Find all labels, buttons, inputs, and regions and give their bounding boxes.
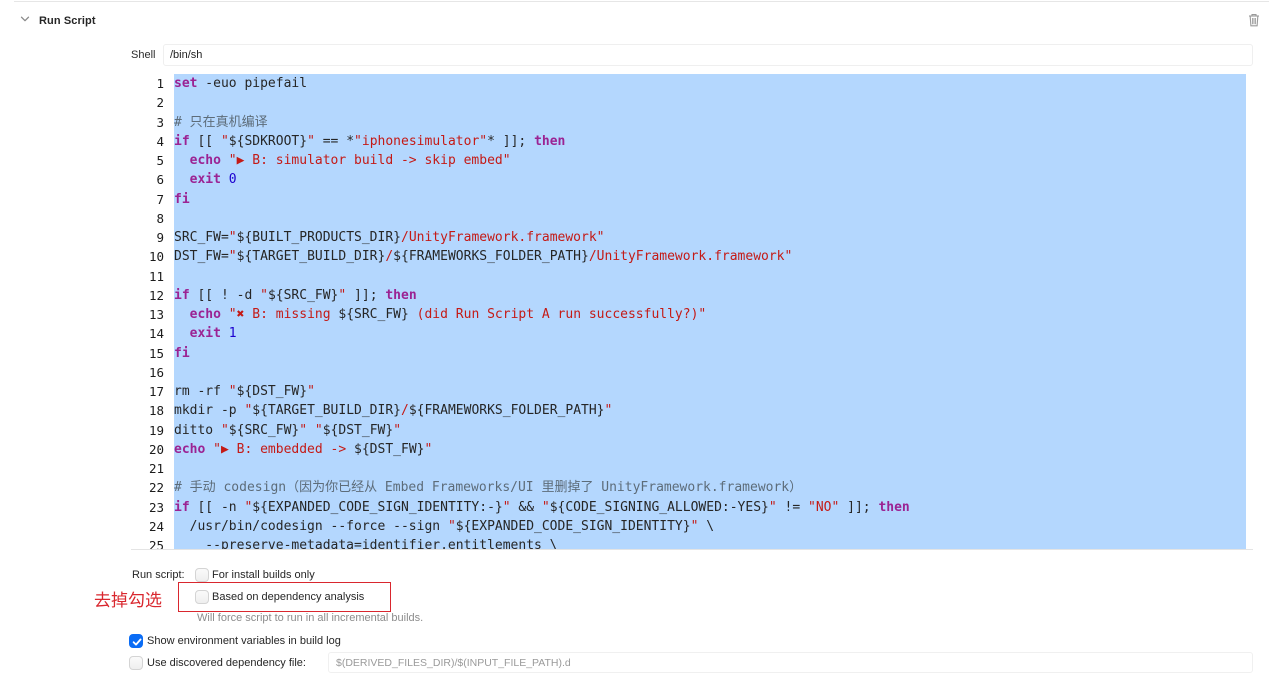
code-line: 24 /usr/bin/codesign --force --sign "${E…: [131, 517, 1246, 536]
line-number: 23: [148, 499, 164, 515]
code-line: 19 ditto "${SRC_FW}" "${DST_FW}": [131, 421, 1246, 440]
install-builds-checkbox[interactable]: [195, 568, 209, 582]
code-text: SRC_FW="${BUILT_PRODUCTS_DIR}/UnityFrame…: [174, 230, 605, 245]
chevron-down-icon[interactable]: [20, 14, 30, 24]
install-builds-label: For install builds only: [212, 569, 315, 581]
code-text: fi: [174, 345, 190, 361]
phase-title: Run Script: [39, 15, 96, 27]
dependency-analysis-hint: Will force script to run in all incremen…: [197, 612, 424, 624]
line-number: 19: [148, 422, 164, 438]
line-number: 18: [148, 403, 164, 419]
code-line: 15 fi: [131, 344, 1246, 363]
show-env-label: Show environment variables in build log: [147, 635, 341, 647]
code-text: exit 0: [189, 172, 237, 188]
code-line: 10 DST_FW="${TARGET_BUILD_DIR}/${FRAMEWOR…: [131, 247, 1246, 266]
code-line: 8: [131, 209, 1246, 228]
line-number: 15: [148, 345, 164, 361]
checkmark-icon: [132, 638, 142, 646]
line-number: 14: [148, 326, 164, 342]
code-line: 13 echo "✖ B: missing ${SRC_FW} (did Run…: [131, 305, 1246, 324]
script-editor[interactable]: 1 set -euo pipefail 2 3 # 只在真机编译 4 if [[ "${SD…: [131, 74, 1253, 550]
code-text: fi: [174, 191, 190, 207]
annotation-note: 去掉勾选: [94, 591, 162, 610]
code-line: 17 rm -rf "${DST_FW}": [131, 382, 1246, 401]
shell-input[interactable]: /bin/sh: [163, 44, 1253, 66]
code-text: # 只在真机编译: [174, 114, 268, 130]
code-line: 6 exit 0: [131, 170, 1246, 189]
code-text: DST_FW="${TARGET_BUILD_DIR}/${FRAMEWORKS…: [174, 249, 793, 265]
top-divider: [14, 1, 1269, 2]
code-line: 23 if [[ -n "${EXPANDED_CODE_SIGN_IDENTIT…: [131, 498, 1246, 517]
line-number: 9: [156, 230, 164, 245]
line-number: 3: [156, 114, 164, 130]
code-line: 5 echo "▶ B: simulator build -> skip emb…: [131, 151, 1246, 170]
dependency-analysis-checkbox[interactable]: [195, 590, 209, 604]
trash-icon[interactable]: [1248, 13, 1260, 27]
line-number: 2: [156, 95, 164, 111]
show-env-checkbox[interactable]: [129, 634, 143, 648]
dependency-analysis-label: Based on dependency analysis: [212, 591, 365, 603]
code-text: if [[ ! -d "${SRC_FW}" ]]; then: [174, 287, 417, 303]
code-line: 4 if [[ "${SDKROOT}" == *"iphonesimulator…: [131, 132, 1246, 151]
line-number: 12: [148, 287, 164, 303]
code-line: 18 mkdir -p "${TARGET_BUILD_DIR}/${FRAMEW…: [131, 401, 1246, 420]
use-dep-file-checkbox[interactable]: [129, 656, 143, 670]
code-text: /usr/bin/codesign --force --sign "${EXPA…: [174, 518, 715, 534]
shell-label: Shell: [131, 49, 156, 61]
line-number: 10: [148, 249, 164, 265]
code-line: 22 # 手动 codesign（因为你已经从 Embed Frameworks/…: [131, 478, 1246, 497]
line-number: 1: [156, 76, 164, 91]
line-number: 11: [148, 268, 164, 284]
code-line: 16: [131, 363, 1246, 382]
code-line: 14 exit 1: [131, 324, 1246, 343]
line-number: 25: [148, 538, 164, 550]
code-line: 9 SRC_FW="${BUILT_PRODUCTS_DIR}/UnityFram…: [131, 228, 1246, 247]
code-text: ditto "${SRC_FW}" "${DST_FW}": [174, 422, 402, 438]
line-number: 13: [148, 307, 164, 322]
code-line: 25 --preserve-metadata=identifier,entitl…: [131, 536, 1246, 550]
code-text: echo "▶ B: embedded -> ${DST_FW}": [174, 441, 433, 457]
code-text: if [[ "${SDKROOT}" == *"iphonesimulator"…: [174, 133, 566, 149]
line-number: 24: [148, 518, 164, 534]
code-line: 7 fi: [131, 190, 1246, 209]
line-number: 6: [156, 172, 164, 188]
line-number: 7: [156, 191, 164, 207]
code-text: --preserve-metadata=identifier,entitleme…: [174, 538, 558, 550]
run-script-phase-header[interactable]: Run Script: [20, 12, 96, 30]
line-number: 20: [148, 441, 164, 457]
code-line: 2: [131, 93, 1246, 112]
code-text: if [[ -n "${EXPANDED_CODE_SIGN_IDENTITY:…: [174, 499, 910, 515]
code-line: 21: [131, 459, 1246, 478]
code-text: mkdir -p "${TARGET_BUILD_DIR}/${FRAMEWOR…: [174, 403, 613, 419]
use-dep-file-label: Use discovered dependency file:: [147, 657, 306, 669]
code-text: echo "▶ B: simulator build -> skip embed…: [189, 153, 511, 168]
line-number: 22: [148, 480, 164, 496]
code-line: 11: [131, 267, 1246, 286]
code-line: 1 set -euo pipefail: [131, 74, 1246, 93]
code-text: set -euo pipefail: [174, 76, 308, 91]
code-line: 20 echo "▶ B: embedded -> ${DST_FW}": [131, 440, 1246, 459]
line-number: 8: [156, 210, 164, 226]
run-script-label: Run script:: [132, 569, 185, 581]
line-number: 5: [156, 153, 164, 168]
line-number: 4: [156, 133, 164, 149]
code-text: # 手动 codesign（因为你已经从 Embed Frameworks/UI…: [174, 480, 803, 496]
code-line: 3 # 只在真机编译: [131, 113, 1246, 132]
code-text: echo "✖ B: missing ${SRC_FW} (did Run Sc…: [189, 307, 707, 322]
code-text: rm -rf "${DST_FW}": [174, 384, 315, 399]
code-line: 12 if [[ ! -d "${SRC_FW}" ]]; then: [131, 286, 1246, 305]
code-text: exit 1: [189, 326, 237, 342]
line-number: 16: [148, 364, 164, 380]
line-number: 21: [148, 461, 164, 476]
dep-file-input[interactable]: $(DERIVED_FILES_DIR)/$(INPUT_FILE_PATH).…: [328, 652, 1253, 673]
line-number: 17: [148, 384, 164, 399]
